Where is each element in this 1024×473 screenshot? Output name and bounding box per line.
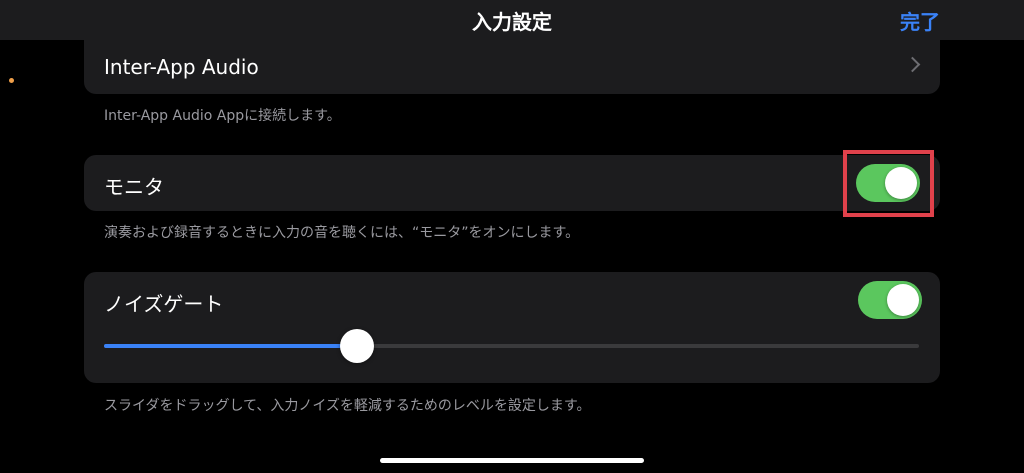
noise-gate-row: ノイズゲート [84, 272, 940, 383]
monitor-toggle[interactable] [856, 164, 920, 202]
noise-gate-slider-thumb[interactable] [339, 329, 374, 363]
noise-gate-footnote: スライダをドラッグして、入力ノイズを軽減するためのレベルを設定します。 [104, 398, 591, 414]
input-settings-screen: 入力設定 完了 Inter-App Audio Inter-App Audio … [0, 0, 1024, 473]
monitor-label: モニタ [104, 175, 164, 199]
monitor-toggle-knob [885, 167, 917, 199]
inter-app-audio-footnote: Inter-App Audio Appに接続します。 [104, 108, 341, 124]
monitor-row: モニタ [84, 155, 940, 211]
inter-app-audio-row[interactable]: Inter-App Audio [84, 40, 940, 94]
status-indicator-dot [9, 78, 14, 83]
done-button[interactable]: 完了 [900, 6, 940, 35]
monitor-footnote: 演奏および録音するときに入力の音を聴くには、“モニタ”をオンにします。 [104, 225, 580, 241]
noise-gate-slider-fill [104, 344, 357, 348]
page-title: 入力設定 [472, 10, 552, 34]
noise-gate-toggle-knob [887, 284, 919, 316]
home-indicator[interactable] [380, 458, 644, 463]
noise-gate-slider[interactable] [104, 329, 919, 363]
noise-gate-label: ノイズゲート [104, 292, 224, 316]
chevron-right-icon [904, 56, 921, 73]
inter-app-audio-label: Inter-App Audio [104, 55, 259, 79]
noise-gate-toggle[interactable] [858, 281, 922, 319]
navigation-bar: 入力設定 完了 [0, 0, 1024, 40]
